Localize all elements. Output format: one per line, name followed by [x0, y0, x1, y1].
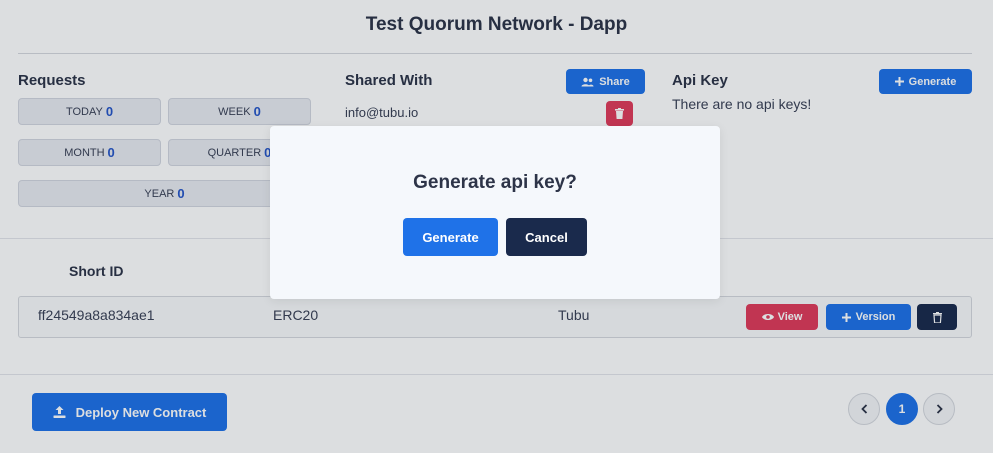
- modal-generate-button[interactable]: Generate: [403, 218, 498, 256]
- modal-title: Generate api key?: [413, 172, 577, 193]
- generate-apikey-modal: Generate api key? Generate Cancel: [270, 126, 720, 299]
- modal-cancel-button[interactable]: Cancel: [506, 218, 587, 256]
